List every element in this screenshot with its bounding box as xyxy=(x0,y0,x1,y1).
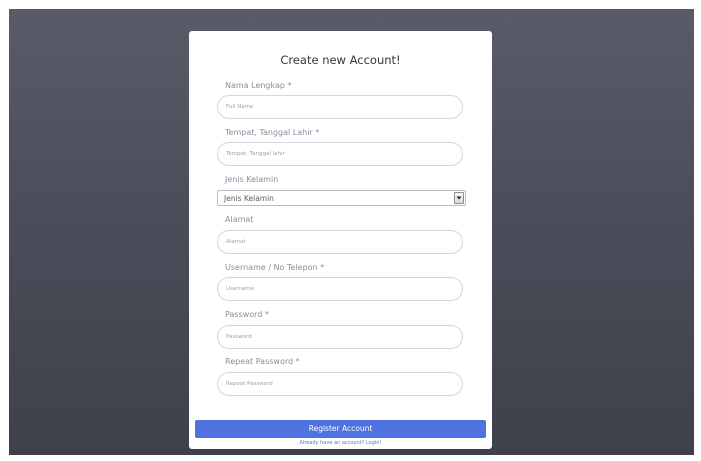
password-label: Password * xyxy=(225,310,269,319)
birth-place-date-input[interactable] xyxy=(217,142,463,166)
gender-select-value: Jenis Kelamin xyxy=(224,194,274,203)
address-label: Alamat xyxy=(225,215,254,224)
register-card: Create new Account! Nama Lengkap * Tempa… xyxy=(189,31,492,449)
birth-place-date-label: Tempat, Tanggal Lahir * xyxy=(225,128,320,137)
gender-select[interactable]: Jenis Kelamin xyxy=(217,190,466,206)
username-label: Username / No Telepon * xyxy=(225,263,325,272)
full-name-label: Nama Lengkap * xyxy=(225,81,292,90)
login-link[interactable]: Already have an account? Login! xyxy=(189,440,492,446)
gender-label: Jenis Kelamin xyxy=(225,175,279,184)
password-input[interactable] xyxy=(217,325,463,349)
full-name-input[interactable] xyxy=(217,95,463,119)
repeat-password-label: Repeat Password * xyxy=(225,357,300,366)
register-account-button[interactable]: Register Account xyxy=(195,420,486,438)
username-input[interactable] xyxy=(217,277,463,301)
repeat-password-input[interactable] xyxy=(217,372,463,396)
chevron-down-icon[interactable] xyxy=(454,192,464,204)
form-title: Create new Account! xyxy=(280,53,401,67)
address-input[interactable] xyxy=(217,230,463,254)
